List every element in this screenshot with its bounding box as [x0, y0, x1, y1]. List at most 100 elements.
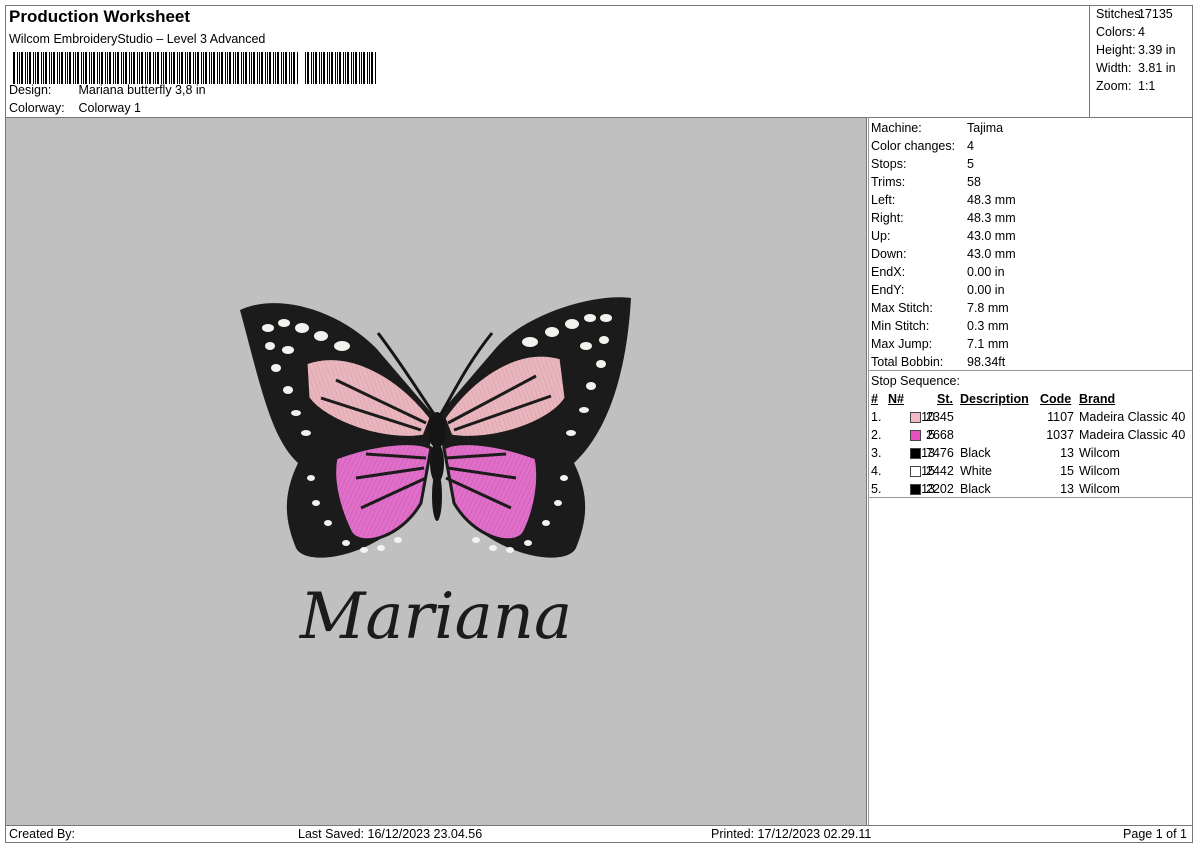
barcode-bar [335, 52, 336, 84]
barcode-bar [321, 52, 322, 84]
barcode-bar [339, 52, 341, 84]
barcode-bar [243, 52, 244, 84]
thread-color-swatch [910, 448, 921, 459]
barcode-bar [17, 52, 18, 84]
stop-code: 1037 [1046, 428, 1074, 442]
barcode-bar [359, 52, 360, 84]
created-by: Created By: [9, 827, 76, 841]
barcode-bar [289, 52, 290, 84]
barcode-bar [201, 52, 202, 84]
barcode-bar [261, 52, 263, 84]
barcode-bar [115, 52, 116, 84]
machine-info: Machine: Tajima Color changes: 4 Stops: 5 T… [871, 119, 1016, 371]
stop-sequence-row: 5. 13 2202 Black 13 Wilcom [871, 480, 1193, 498]
barcode-bar [173, 52, 175, 84]
barcode-bar [121, 52, 122, 84]
barcode-bar [129, 52, 130, 84]
stop-code: 13 [1060, 482, 1074, 496]
barcode-bar [177, 52, 178, 84]
barcode-bar [269, 52, 271, 84]
barcode-bar [69, 52, 71, 84]
stop-sequence: Stop Sequence: # N# St. Description Code… [871, 372, 1193, 498]
barcode-bar [221, 52, 223, 84]
barcode-bar [133, 52, 135, 84]
info-endx: EndX: 0.00 in [871, 265, 1005, 279]
barcode-bar [361, 52, 362, 84]
info-trims: Trims: 58 [871, 175, 981, 189]
stop-brand: Wilcom [1079, 464, 1120, 478]
info-endy: EndY: 0.00 in [871, 283, 1005, 297]
thread-color-swatch [910, 466, 921, 477]
footer: Created By: Last Saved: 16/12/2023 23.04… [5, 825, 1193, 843]
barcode-bar [85, 52, 87, 84]
stop-st: 2442 [926, 464, 954, 478]
barcode-bar [25, 52, 26, 84]
barcode-bar [185, 52, 186, 84]
barcode-bar [267, 52, 268, 84]
barcode-bar [75, 52, 76, 84]
barcode-bar [139, 52, 140, 84]
barcode-bar [157, 52, 159, 84]
barcode-bar [27, 52, 28, 84]
barcode-bar [311, 52, 312, 84]
stop-desc: Black [960, 482, 991, 496]
stop-sequence-row: 4. 15 2442 White 15 Wilcom [871, 462, 1193, 480]
barcode-bar [237, 52, 239, 84]
stat-stitches: Stitches:17135 [1096, 7, 1173, 21]
barcode-bar [67, 52, 68, 84]
barcode-bar [347, 52, 349, 84]
barcode-bar [179, 52, 180, 84]
info-color-changes: Color changes: 4 [871, 139, 974, 153]
barcode-bar [61, 52, 63, 84]
barcode-bar [97, 52, 98, 84]
col-needle: N# [888, 392, 904, 406]
barcode-bar [203, 52, 204, 84]
barcode-bar [219, 52, 220, 84]
colorway-value: Colorway 1 [78, 101, 142, 115]
barcode-bar [329, 52, 330, 84]
barcode-bar [251, 52, 252, 84]
thread-color-swatch [910, 430, 921, 441]
barcode-bar [209, 52, 210, 84]
barcode-bar [291, 52, 292, 84]
barcode-bar [169, 52, 170, 84]
barcode-bar [249, 52, 250, 84]
barcode-bar [35, 52, 36, 84]
stop-sequence-rows: 1. 10 2345 1107 Madeira Classic 40 2. 5 2668 103… [871, 408, 1193, 498]
barcode-bar [149, 52, 151, 84]
barcode-bar [351, 52, 352, 84]
barcode-bar [19, 52, 20, 84]
preview-divider-inner [868, 117, 869, 825]
info-divider [868, 370, 1193, 371]
barcode-bar [233, 52, 234, 84]
barcode-bar [21, 52, 23, 84]
barcode-bar [43, 52, 44, 84]
printed-date: Printed: 17/12/2023 02.29.11 [711, 827, 872, 841]
stop-desc: White [960, 464, 992, 478]
barcode-bar [29, 52, 31, 84]
barcode-bar [113, 52, 114, 84]
stop-num: 2. [871, 428, 882, 442]
stop-st: 2202 [926, 482, 954, 496]
barcode-bar [81, 52, 82, 84]
barcode-bar [371, 52, 373, 84]
barcode-bar [265, 52, 266, 84]
barcode-bar [117, 52, 119, 84]
barcode-bar [155, 52, 156, 84]
stop-sequence-row: 3. 13 7476 Black 13 Wilcom [871, 444, 1193, 462]
stop-st: 7476 [926, 446, 954, 460]
barcode-bar [99, 52, 100, 84]
barcode-bar [345, 52, 346, 84]
barcode [13, 52, 376, 84]
stat-colors: Colors: 4 [1096, 25, 1145, 39]
col-num: # [871, 392, 878, 406]
barcode-bar [305, 52, 306, 84]
design-stats: Stitches:17135 Colors: 4 Height: 3.39 in W… [1089, 5, 1193, 117]
barcode-bar [235, 52, 236, 84]
barcode-bar [355, 52, 357, 84]
barcode-bar [13, 52, 15, 84]
barcode-bar [337, 52, 338, 84]
barcode-bar [343, 52, 344, 84]
barcode-bar [197, 52, 199, 84]
barcode-bar [281, 52, 282, 84]
